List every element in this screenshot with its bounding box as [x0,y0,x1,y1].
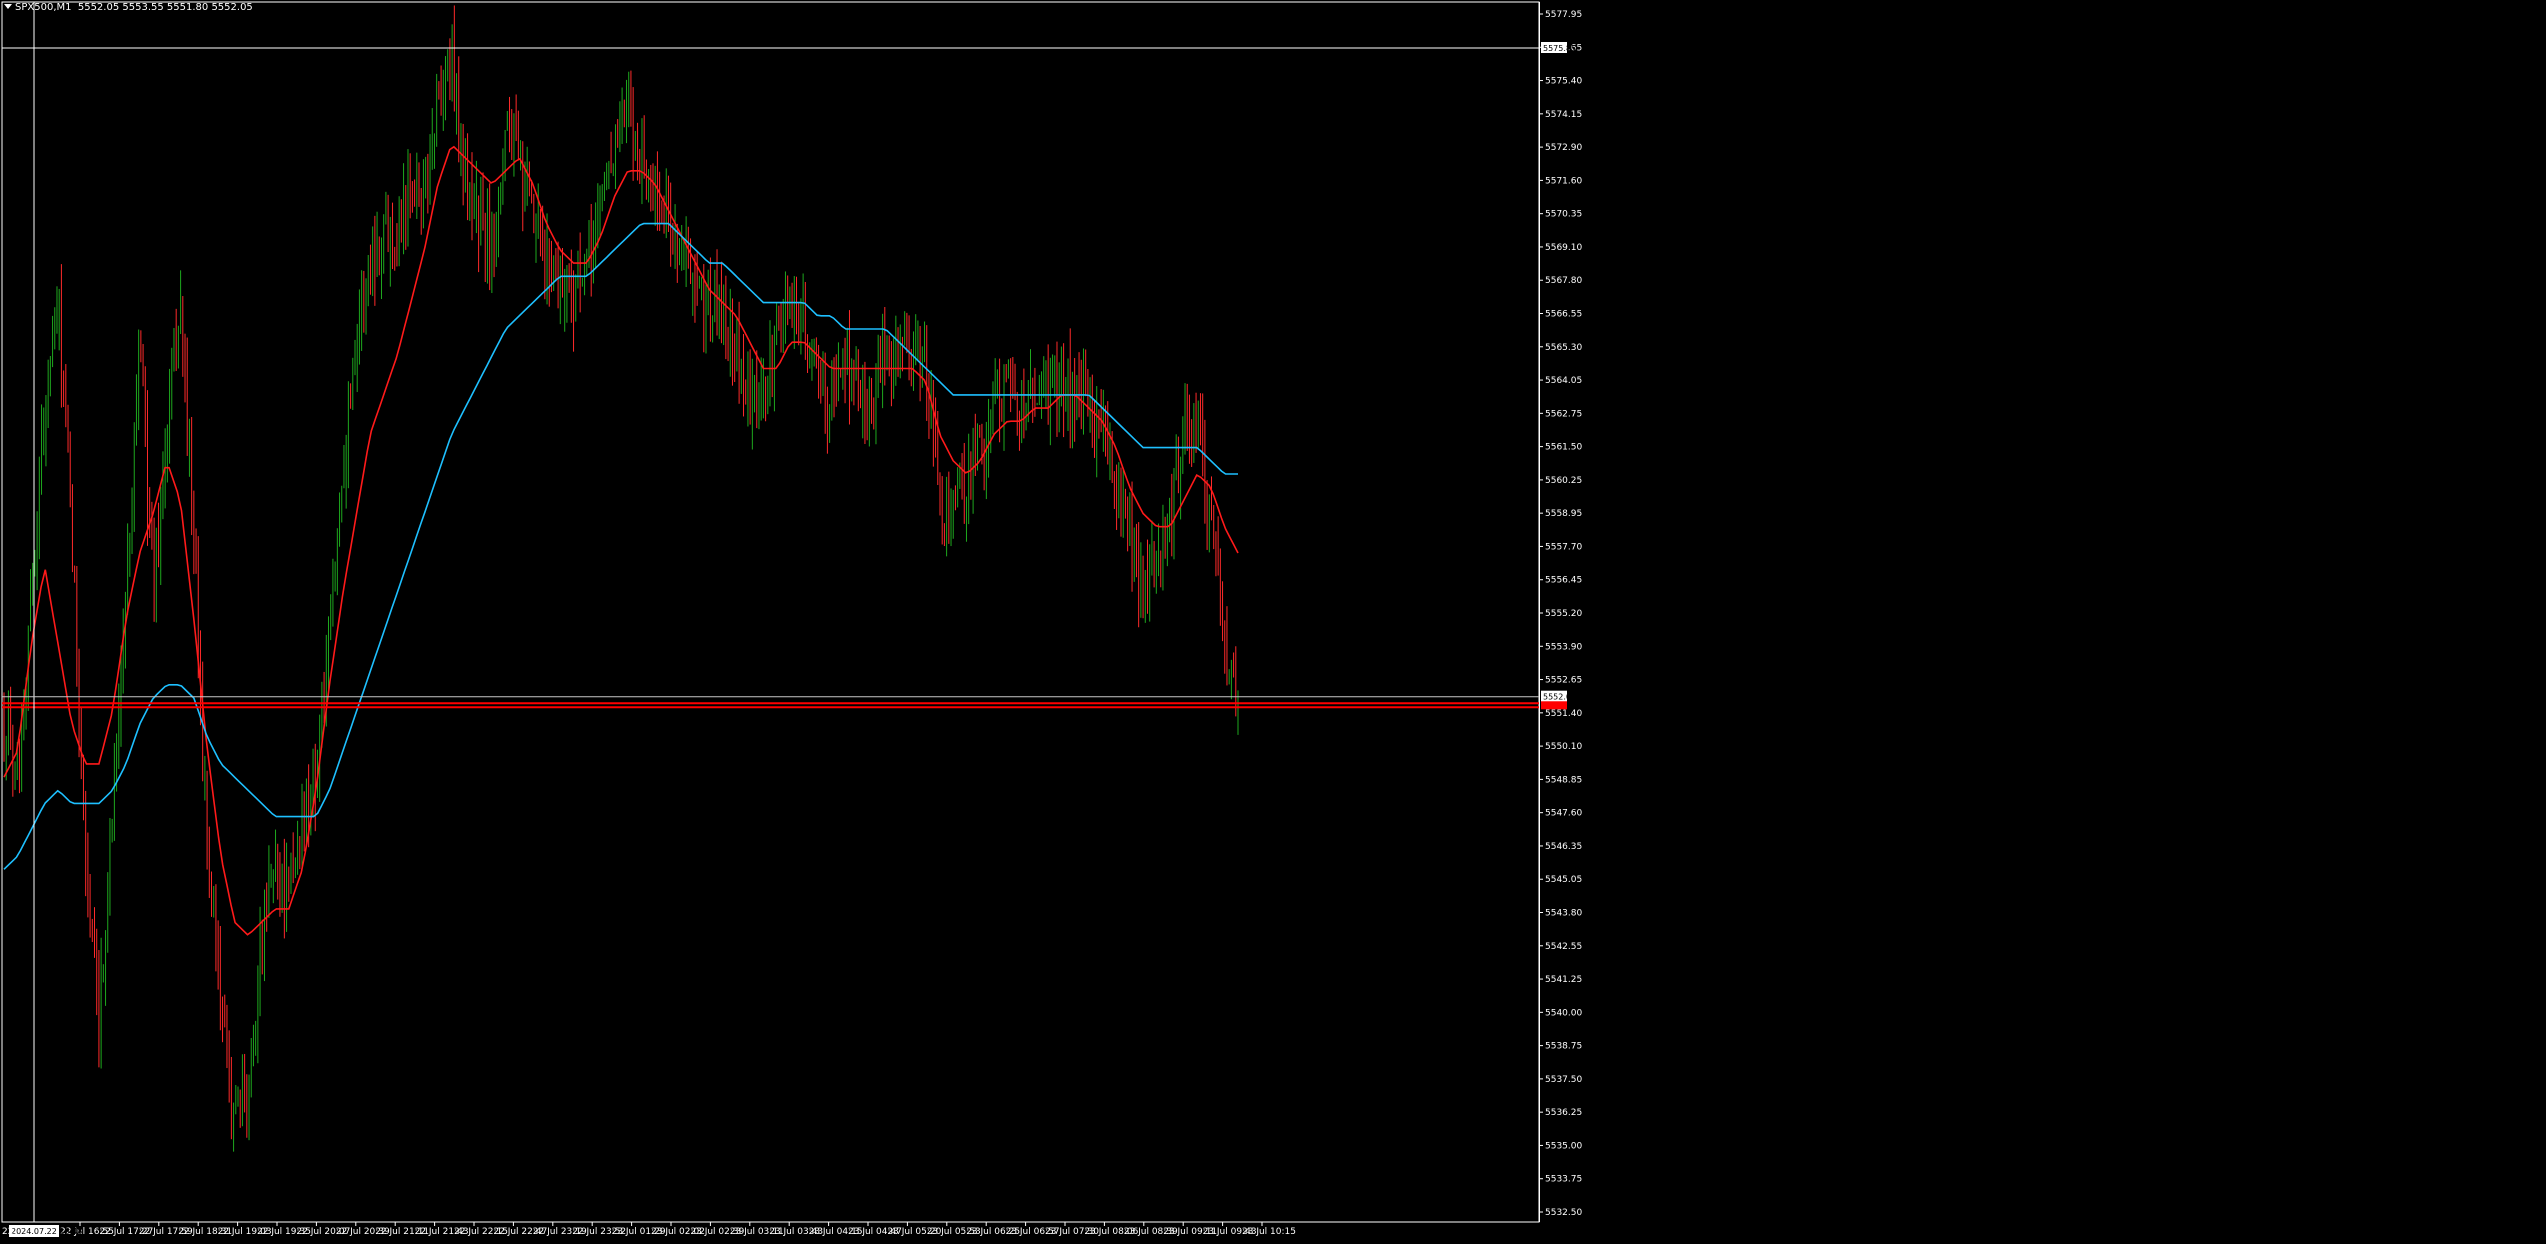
price-tick-label: 5548.85 [1545,775,1582,785]
price-tick-label: 5547.60 [1545,809,1582,819]
price-tick-label: 5550.10 [1545,742,1582,752]
price-chart[interactable]: 5577.955576.655575.405574.155572.905571.… [0,0,2546,1244]
price-tick-label: 5537.50 [1545,1075,1582,1085]
price-axis[interactable]: 5577.955576.655575.405574.155572.905571.… [1539,10,1582,1218]
price-tick-label: 5569.10 [1545,243,1582,253]
price-tick-label: 5551.40 [1545,709,1582,719]
ma-slow-line [3,222,1238,870]
price-tick-label: 5552.65 [1545,676,1582,686]
price-tick-label: 5553.90 [1545,642,1582,652]
price-tick-label: 5565.30 [1545,343,1582,353]
symbol-title: SPX500,M1 [15,2,72,13]
price-tick-label: 5572.90 [1545,143,1582,153]
price-tick-label: 5561.50 [1545,443,1582,453]
price-tick-label: 5557.70 [1545,542,1582,552]
price-tick-label: 5570.35 [1545,210,1582,220]
chevron-down-icon[interactable] [4,4,12,9]
price-tick-label: 5558.95 [1545,509,1582,519]
price-tick-label: 5555.20 [1545,609,1582,619]
price-tick-label: 5533.75 [1545,1175,1582,1185]
price-tick-label: 5567.80 [1545,276,1582,286]
time-axis[interactable]: 22 Jul 16:5522 Jul 17:2722 Jul 17:5922 J… [60,1222,1296,1237]
price-tick-label: 5560.25 [1545,476,1582,486]
price-tick-label: 5543.80 [1545,909,1582,919]
chart-frame [1,1,1540,1223]
price-tick-label: 5556.45 [1545,576,1582,586]
price-tick-label: 5536.25 [1545,1108,1582,1118]
overlays: 5575.85 5552.05 2024.07.22 16:48 22 [2,2,1576,1237]
price-tick-label: 5545.05 [1545,875,1582,885]
bid-price-box [1541,701,1567,710]
price-tick-label: 5577.95 [1545,10,1582,20]
price-tick-label: 5564.05 [1545,376,1582,386]
ma-fast-line [3,145,1239,936]
current-price-label: 5552.05 [1543,693,1576,702]
crosshair-price-label: 5575.85 [1543,44,1576,53]
price-tick-label: 5546.35 [1545,842,1582,852]
crosshair-date-label: 2024.07.22 16:48 [11,1227,82,1236]
time-axis-first-label: 22 [2,1227,13,1237]
price-tick-label: 5571.60 [1545,176,1582,186]
price-tick-label: 5541.25 [1545,975,1582,985]
time-tick-label: 23 Jul 10:15 [1242,1227,1296,1237]
price-tick-label: 5566.55 [1545,310,1582,320]
price-tick-label: 5540.00 [1545,1008,1582,1018]
price-tick-label: 5575.40 [1545,77,1582,87]
price-tick-label: 5574.15 [1545,110,1582,120]
moving-averages [3,145,1239,936]
price-tick-label: 5538.75 [1545,1042,1582,1052]
price-tick-label: 5562.75 [1545,409,1582,419]
price-tick-label: 5532.50 [1545,1208,1582,1218]
price-tick-label: 5542.55 [1545,942,1582,952]
ohlc-readout: 5552.05 5553.55 5551.80 5552.05 [77,2,253,13]
chart-title-bar: SPX500,M1 5552.05 5553.55 5551.80 5552.0… [4,2,253,14]
price-tick-label: 5535.00 [1545,1141,1582,1151]
